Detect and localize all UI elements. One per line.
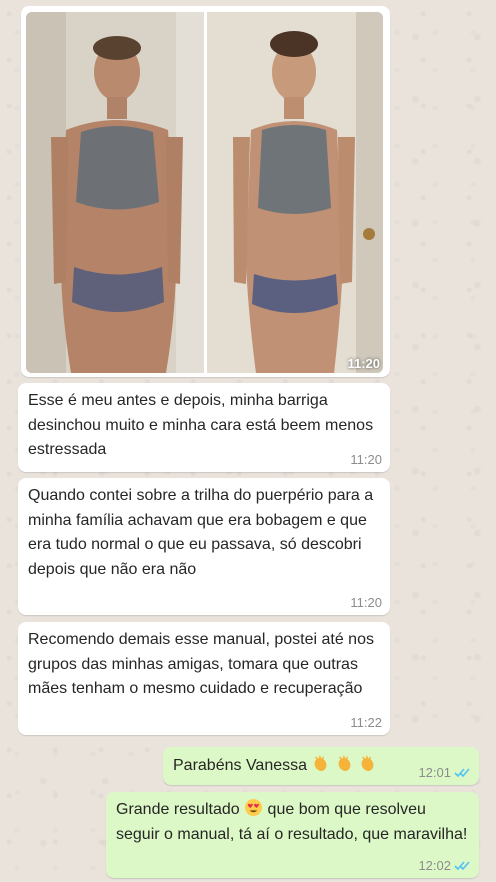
message-text: Quando contei sobre a trilha do puerpéri… (28, 487, 374, 578)
clapping-hands-icon (361, 755, 374, 771)
clapping-hands-icon (315, 755, 327, 771)
outgoing-message-bubble[interactable]: Parabéns Vanessa 12:01 (163, 747, 479, 785)
message-text: Recomendo demais esse manual, postei até… (28, 631, 374, 697)
message-text: Esse é meu antes e depois, minha barriga… (28, 392, 374, 458)
message-timestamp: 12:01 (418, 765, 451, 780)
outgoing-message-bubble[interactable]: Grande resultado que bom que resolveu se… (106, 792, 479, 878)
message-timestamp: 12:02 (418, 858, 451, 873)
before-after-photo[interactable] (26, 12, 383, 373)
read-receipt-icon (454, 861, 470, 871)
incoming-message-bubble[interactable]: Recomendo demais esse manual, postei até… (18, 622, 390, 735)
message-meta: 12:02 (418, 858, 471, 873)
incoming-message-bubble[interactable]: Quando contei sobre a trilha do puerpéri… (18, 478, 390, 615)
message-content: Grande resultado que bom que resolveu se… (106, 792, 479, 847)
heart-eyes-icon (245, 798, 263, 817)
message-timestamp: 11:20 (350, 452, 382, 467)
photo-message-bubble[interactable]: 11:20 (21, 6, 390, 377)
incoming-message-bubble[interactable]: Esse é meu antes e depois, minha barriga… (18, 383, 390, 472)
read-receipt-icon (454, 768, 470, 778)
photo-timestamp: 11:20 (347, 356, 380, 371)
message-timestamp: 11:22 (350, 715, 382, 730)
message-timestamp: 11:20 (350, 595, 382, 610)
clapping-hands-icon (338, 755, 351, 771)
message-text: Grande resultado (116, 801, 240, 818)
message-meta: 12:01 (418, 765, 471, 780)
message-text: Parabéns Vanessa (173, 757, 308, 774)
before-after-image (26, 12, 383, 373)
